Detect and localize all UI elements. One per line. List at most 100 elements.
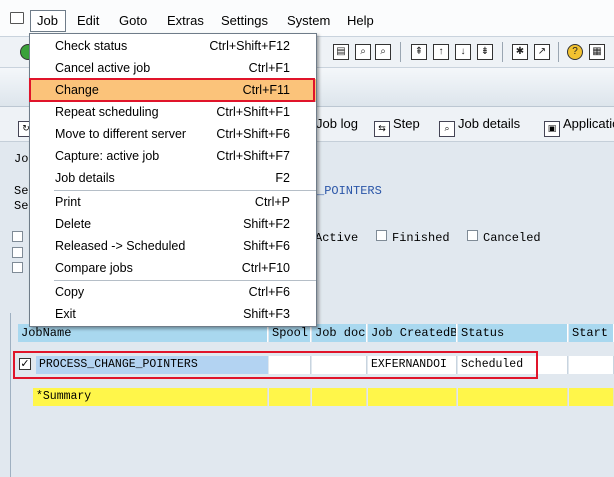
menu-item-label: Cancel active job bbox=[55, 61, 151, 75]
menu-item-shortcut: Ctrl+Shift+F12 bbox=[209, 39, 290, 53]
menu-item-job-details[interactable]: Job details F2 bbox=[30, 167, 316, 189]
row-select-checkbox[interactable]: ✓ bbox=[19, 358, 31, 370]
menu-item-repeat-scheduling[interactable]: Repeat scheduling Ctrl+Shift+F1 bbox=[30, 101, 316, 123]
step-icon: ⇆ bbox=[374, 121, 390, 137]
shortcut-icon[interactable]: ↗ bbox=[534, 44, 550, 60]
job-log-button[interactable]: Job log bbox=[316, 115, 358, 133]
column-header-status[interactable]: Status bbox=[458, 324, 568, 342]
menu-item-label: Check status bbox=[55, 39, 128, 53]
step-label: Step bbox=[393, 116, 420, 131]
menu-item-label: Change bbox=[55, 83, 99, 97]
status-canceled-label: Canceled bbox=[483, 231, 541, 245]
step-button[interactable]: ⇆ Step bbox=[374, 115, 420, 137]
job-label: Jo bbox=[14, 152, 29, 166]
menu-item-move-to-different-server[interactable]: Move to different server Ctrl+Shift+F6 bbox=[30, 123, 316, 145]
job-details-label: Job details bbox=[458, 116, 521, 131]
menu-settings[interactable]: Settings bbox=[221, 13, 268, 28]
menu-item-label: Job details bbox=[55, 171, 115, 185]
menu-item-delete[interactable]: Delete Shift+F2 bbox=[30, 213, 316, 235]
menu-item-label: Move to different server bbox=[55, 127, 187, 141]
menu-help[interactable]: Help bbox=[347, 13, 374, 28]
menu-item-label: Repeat scheduling bbox=[55, 105, 159, 119]
selection-label-2: Se bbox=[14, 199, 29, 213]
status-checkbox-2[interactable] bbox=[12, 247, 23, 258]
create-session-icon[interactable]: ✱ bbox=[512, 44, 528, 60]
job-log-label: Job log bbox=[316, 116, 358, 131]
menu-item-label: Capture: active job bbox=[55, 149, 160, 163]
menu-item-copy[interactable]: Copy Ctrl+F6 bbox=[30, 281, 316, 303]
application-label: Application bbox=[563, 116, 614, 131]
menu-item-check-status[interactable]: Check status Ctrl+Shift+F12 bbox=[30, 35, 316, 57]
menu-item-cancel-active-job[interactable]: Cancel active job Ctrl+F1 bbox=[30, 57, 316, 79]
table-cell-created-by[interactable]: EXFERNANDOI bbox=[368, 356, 457, 374]
menu-item-shortcut: Shift+F3 bbox=[243, 307, 290, 321]
toolbar-separator bbox=[558, 42, 559, 62]
status-canceled-checkbox[interactable] bbox=[467, 230, 478, 241]
next-page-icon[interactable]: ↓ bbox=[455, 44, 471, 60]
selection-label-1: Se bbox=[14, 184, 29, 198]
application-icon: ▣ bbox=[544, 121, 560, 137]
toolbar-separator bbox=[400, 42, 401, 62]
menu-item-released-to-scheduled[interactable]: Released -> Scheduled Shift+F6 bbox=[30, 235, 316, 257]
menu-item-shortcut: Shift+F6 bbox=[243, 239, 290, 253]
selection-value: _POINTERS bbox=[317, 184, 382, 198]
table-cell-start[interactable] bbox=[569, 356, 614, 374]
system-menu-icon[interactable] bbox=[10, 12, 24, 24]
toolbar-separator bbox=[502, 42, 503, 62]
menu-item-shortcut: Ctrl+F6 bbox=[248, 285, 290, 299]
menu-extras[interactable]: Extras bbox=[167, 13, 204, 28]
status-finished-label: Finished bbox=[392, 231, 450, 245]
menu-item-shortcut: Ctrl+Shift+F1 bbox=[216, 105, 290, 119]
previous-page-icon[interactable]: ↑ bbox=[433, 44, 449, 60]
table-cell-spool[interactable] bbox=[269, 356, 311, 374]
menu-item-shortcut: Ctrl+F11 bbox=[242, 83, 290, 97]
menu-system[interactable]: System bbox=[287, 13, 330, 28]
customize-layout-icon[interactable]: ▦ bbox=[589, 44, 605, 60]
table-cell-job-doc[interactable] bbox=[312, 356, 367, 374]
menu-item-compare-jobs[interactable]: Compare jobs Ctrl+F10 bbox=[30, 257, 316, 279]
menu-job[interactable]: Job bbox=[37, 13, 58, 28]
find-next-icon[interactable]: ⌕ bbox=[375, 44, 391, 60]
menu-item-label: Released -> Scheduled bbox=[55, 239, 186, 253]
summary-cell bbox=[269, 388, 311, 406]
menu-item-shortcut: F2 bbox=[275, 171, 290, 185]
menu-item-shortcut: Ctrl+P bbox=[254, 195, 290, 209]
menu-item-shortcut: Ctrl+Shift+F6 bbox=[216, 127, 290, 141]
menu-item-shortcut: Ctrl+F10 bbox=[241, 261, 290, 275]
menu-item-shortcut: Shift+F2 bbox=[243, 217, 290, 231]
menu-item-label: Delete bbox=[55, 217, 92, 231]
menu-item-label: Compare jobs bbox=[55, 261, 133, 275]
summary-cell bbox=[312, 388, 367, 406]
table-cell-jobname[interactable]: PROCESS_CHANGE_POINTERS bbox=[36, 356, 268, 374]
summary-cell bbox=[569, 388, 614, 406]
application-button[interactable]: ▣Application bbox=[544, 115, 614, 137]
last-page-icon[interactable]: ⇟ bbox=[477, 44, 493, 60]
table-cell-status[interactable]: Scheduled bbox=[458, 356, 568, 374]
summary-cell bbox=[368, 388, 457, 406]
status-finished-checkbox[interactable] bbox=[376, 230, 387, 241]
menu-item-exit[interactable]: Exit Shift+F3 bbox=[30, 303, 316, 325]
status-active-label: Active bbox=[315, 231, 359, 245]
first-page-icon[interactable]: ⇞ bbox=[411, 44, 427, 60]
column-header-start[interactable]: Start bbox=[569, 324, 614, 342]
menu-item-label: Exit bbox=[55, 307, 76, 321]
column-header-created-by[interactable]: Job CreatedB bbox=[368, 324, 457, 342]
menu-item-print[interactable]: Print Ctrl+P bbox=[30, 191, 316, 213]
job-details-icon: ⌕ bbox=[439, 121, 455, 137]
summary-cell bbox=[458, 388, 568, 406]
menu-item-shortcut: Ctrl+Shift+F7 bbox=[216, 149, 290, 163]
find-icon[interactable]: ⌕ bbox=[355, 44, 371, 60]
menu-item-change[interactable]: Change Ctrl+F11 bbox=[30, 79, 316, 101]
menu-item-label: Copy bbox=[55, 285, 85, 299]
menu-edit[interactable]: Edit bbox=[77, 13, 99, 28]
help-icon[interactable]: ? bbox=[567, 44, 583, 60]
menu-item-label: Print bbox=[55, 195, 81, 209]
menu-item-capture-active-job[interactable]: Capture: active job Ctrl+Shift+F7 bbox=[30, 145, 316, 167]
job-details-button[interactable]: ⌕ Job details bbox=[439, 115, 521, 137]
menu-goto[interactable]: Goto bbox=[119, 13, 147, 28]
status-checkbox-1[interactable] bbox=[12, 231, 23, 242]
print-icon[interactable]: ▤ bbox=[333, 44, 349, 60]
status-checkbox-3[interactable] bbox=[12, 262, 23, 273]
column-header-job-doc[interactable]: Job doc bbox=[312, 324, 367, 342]
summary-row-label: *Summary bbox=[33, 388, 268, 406]
